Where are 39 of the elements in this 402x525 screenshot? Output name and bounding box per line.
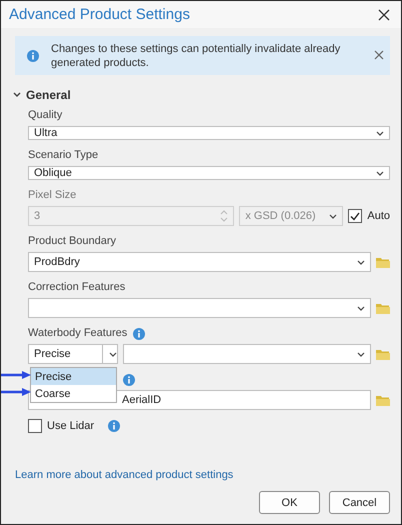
field-label: Correction Features [28, 281, 126, 295]
chevron-icon [13, 92, 21, 98]
checkbox-label: Auto [367, 210, 390, 222]
info-icon[interactable] [133, 328, 146, 340]
field-label: Scenario Type [28, 149, 100, 163]
dialog-button[interactable]: Cancel [329, 491, 390, 514]
chevron-down-icon [357, 306, 365, 310]
chevron-down-icon [329, 214, 338, 218]
dialog-button[interactable]: OK [259, 491, 320, 514]
menu-item[interactable]: Precise [31, 368, 116, 385]
field-label: Pixel Size [28, 189, 78, 203]
window-title: Advanced Product Settings [9, 6, 190, 23]
chevron-down-icon [357, 352, 365, 356]
dropdown[interactable]: ProdBdry [28, 252, 371, 272]
chevron-down-icon [376, 130, 384, 136]
dropdown[interactable] [123, 344, 371, 364]
chevron-down-icon [376, 170, 384, 176]
dropdown[interactable]: Ultra [28, 126, 390, 140]
arrow-icon [1, 371, 31, 379]
dropdown[interactable] [28, 298, 371, 318]
checkbox-label: Use Lidar [47, 420, 94, 432]
field-label: Product Boundary [28, 235, 118, 249]
chevron-down-icon [109, 352, 117, 356]
notice-text: Changes to these settings can potentially invalidate already generated products. [51, 42, 342, 70]
field-label: Waterbody Features [28, 327, 128, 341]
spinner-icon [220, 209, 228, 223]
dropdown[interactable]: Oblique [28, 166, 390, 180]
info-icon[interactable] [108, 420, 120, 432]
field-label: Quality [28, 109, 64, 123]
checkbox[interactable] [28, 419, 42, 433]
help-link[interactable]: Learn more about advanced product settings [15, 469, 390, 481]
info-icon[interactable] [27, 50, 39, 62]
section-header[interactable]: General [13, 88, 401, 102]
info-icon[interactable] [123, 374, 135, 386]
dropdown[interactable]: Precise [28, 344, 118, 364]
arrow-icon [1, 388, 31, 396]
close-button[interactable] [377, 8, 391, 22]
chevron-down-icon [357, 260, 365, 264]
checkmark-icon [350, 212, 360, 220]
